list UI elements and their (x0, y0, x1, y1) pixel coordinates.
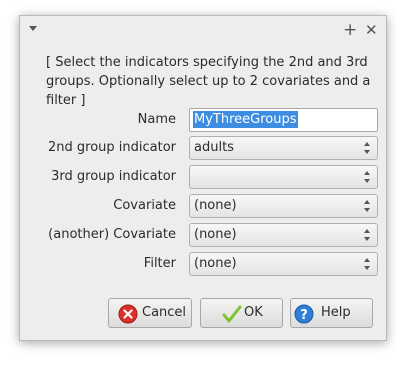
ok-button[interactable]: OK (200, 298, 283, 328)
name-field[interactable]: MyThreeGroups (189, 108, 378, 132)
updown-arrows-icon (364, 229, 371, 241)
covariate-select[interactable]: (none) (189, 194, 378, 218)
group2-select-value: adults (194, 140, 234, 155)
updown-arrows-icon (364, 200, 371, 212)
name-label: Name (137, 112, 176, 127)
updown-arrows-icon (364, 142, 371, 154)
cancel-icon (118, 304, 138, 324)
group3-select[interactable] (189, 165, 378, 189)
help-label: Help (321, 305, 351, 320)
covariate2-label: (another) Covariate (48, 227, 176, 242)
updown-arrows-icon (364, 171, 371, 183)
covariate2-select-value: (none) (194, 227, 237, 242)
chevron-down-icon[interactable] (29, 26, 37, 31)
svg-text:?: ? (300, 308, 308, 323)
cancel-label: Cancel (142, 305, 187, 320)
covariate-select-value: (none) (194, 198, 237, 213)
instructions-text: [ Select the indicators specifying the 2… (46, 55, 371, 108)
title-bar: + ✕ (20, 16, 386, 44)
covariate2-select[interactable]: (none) (189, 223, 378, 247)
group2-label: 2nd group indicator (47, 140, 176, 155)
dialog-window: + ✕ [ Select the indicators specifying t… (19, 15, 387, 341)
help-icon: ? (294, 304, 314, 324)
filter-label: Filter (143, 256, 176, 271)
checkmark-icon (222, 305, 242, 323)
cancel-button[interactable]: Cancel (108, 298, 192, 328)
group3-label: 3rd group indicator (51, 169, 176, 184)
covariate-label: Covariate (113, 198, 176, 213)
plus-icon[interactable]: + (343, 20, 357, 40)
close-icon[interactable]: ✕ (365, 20, 378, 40)
updown-arrows-icon (364, 258, 371, 270)
group2-select[interactable]: adults (189, 136, 378, 160)
filter-select[interactable]: (none) (189, 252, 378, 276)
name-field-value: MyThreeGroups (193, 111, 298, 128)
filter-select-value: (none) (194, 256, 237, 271)
ok-label: OK (244, 305, 263, 320)
help-button[interactable]: ? Help (290, 298, 373, 328)
